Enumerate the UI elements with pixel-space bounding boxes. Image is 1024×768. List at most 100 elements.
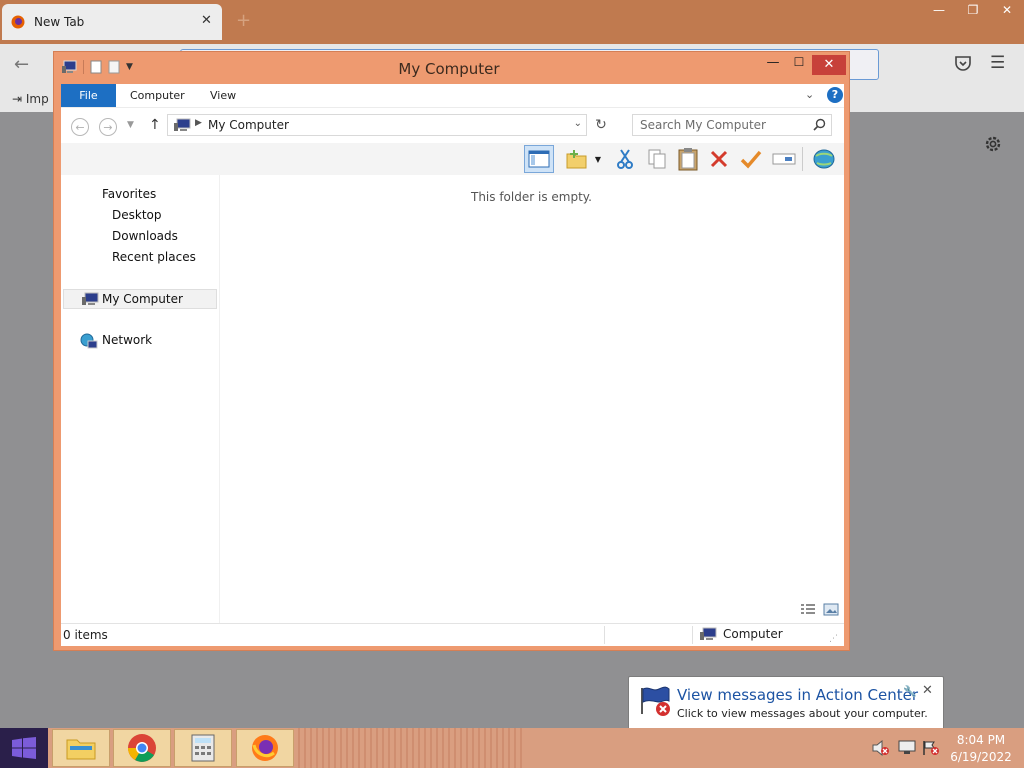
explorer-maximize-button[interactable]: ☐ — [786, 55, 812, 73]
taskbar-spacer — [298, 728, 526, 768]
tab-computer[interactable]: Computer — [130, 84, 185, 107]
toolbar-separator — [802, 147, 803, 171]
rename-icon[interactable] — [771, 146, 797, 172]
explorer-titlebar[interactable]: ▼ My Computer — ☐ ✕ — [54, 52, 849, 84]
action-center-flag-icon — [641, 686, 670, 716]
command-toolbar: ▼ — [61, 143, 844, 175]
nav-recent-places[interactable]: Recent places — [112, 250, 196, 264]
browser-tab[interactable]: New Tab ✕ — [2, 4, 222, 40]
browser-back-icon[interactable]: ← — [14, 54, 29, 75]
notification-title[interactable]: View messages in Action Center — [677, 686, 918, 704]
browser-close-button[interactable]: ✕ — [990, 0, 1024, 20]
status-location: Computer — [699, 627, 783, 641]
empty-folder-message: This folder is empty. — [471, 190, 592, 204]
network-icon — [80, 333, 98, 349]
cut-icon[interactable] — [612, 146, 638, 172]
details-view-icon[interactable] — [800, 603, 816, 616]
close-icon[interactable]: ✕ — [922, 683, 933, 698]
search-placeholder: Search My Computer — [640, 118, 766, 132]
properties-check-icon[interactable] — [738, 146, 764, 172]
refresh-icon[interactable]: ↻ — [591, 115, 611, 135]
clock-date[interactable]: 6/19/2022 — [946, 750, 1016, 764]
browser-restore-button[interactable]: ❐ — [956, 0, 990, 20]
nav-network[interactable]: Network — [80, 333, 152, 352]
computer-icon — [82, 292, 99, 305]
taskbar-file-explorer[interactable] — [52, 729, 110, 767]
status-divider — [692, 626, 693, 644]
navigation-bar: ← → ▼ ↑ ▶ My Computer ⌄ ↻ Search My Comp… — [61, 107, 844, 144]
taskbar: 8:04 PM 6/19/2022 — [0, 728, 1024, 768]
browser-window-controls: — ❐ ✕ — [922, 0, 1024, 22]
paste-icon[interactable] — [675, 146, 701, 172]
ribbon-tabs: File Computer View ⌄ ? — [61, 84, 844, 107]
import-bookmarks-link[interactable]: ⇥ Imp — [12, 92, 49, 106]
status-location-label: Computer — [723, 627, 783, 641]
search-input[interactable]: Search My Computer — [632, 114, 832, 136]
explorer-content: Favorites Desktop Downloads Recent place… — [61, 175, 844, 623]
breadcrumb-separator-icon[interactable]: ▶ — [195, 118, 202, 128]
volume-muted-icon[interactable] — [872, 740, 890, 756]
import-icon: ⇥ — [12, 92, 23, 106]
explorer-window-title: My Computer — [398, 60, 500, 78]
new-folder-dropdown-icon[interactable]: ▼ — [591, 146, 605, 172]
copy-icon[interactable] — [644, 146, 670, 172]
address-bar[interactable]: ▶ My Computer ⌄ — [167, 114, 587, 136]
address-text: My Computer — [208, 118, 289, 132]
resize-grip-icon[interactable]: ⋰ — [829, 634, 838, 644]
up-icon[interactable]: ↑ — [149, 117, 161, 133]
tab-close-icon[interactable]: ✕ — [201, 13, 212, 28]
back-icon[interactable]: ← — [71, 118, 89, 136]
action-center-notification[interactable]: View messages in Action Center Click to … — [628, 676, 944, 730]
clock-time[interactable]: 8:04 PM — [946, 733, 1016, 747]
notification-body: Click to view messages about your comput… — [677, 707, 928, 720]
new-tab-button[interactable]: + — [236, 10, 251, 31]
explorer-minimize-button[interactable]: — — [760, 55, 786, 73]
nav-network-label: Network — [102, 333, 153, 347]
recent-locations-icon[interactable]: ▼ — [127, 120, 134, 130]
navigation-pane: Favorites Desktop Downloads Recent place… — [61, 175, 220, 623]
firefox-icon — [252, 735, 278, 761]
tab-view[interactable]: View — [210, 84, 236, 107]
tab-file[interactable]: File — [61, 84, 116, 107]
address-dropdown-icon[interactable]: ⌄ — [574, 118, 582, 129]
import-bookmarks-label: Imp — [25, 92, 49, 106]
nav-favorites[interactable]: Favorites — [102, 187, 156, 201]
action-center-tray-icon[interactable] — [922, 740, 940, 756]
help-icon[interactable]: ? — [827, 87, 843, 103]
taskbar-firefox[interactable] — [236, 729, 294, 767]
delete-icon[interactable] — [706, 146, 732, 172]
gear-icon[interactable] — [983, 134, 1003, 154]
globe-icon[interactable] — [811, 146, 837, 172]
chevron-down-icon[interactable]: ⌄ — [805, 88, 814, 101]
large-icons-view-icon[interactable] — [823, 603, 839, 616]
taskbar-chrome[interactable] — [113, 729, 171, 767]
folder-icon — [66, 739, 96, 760]
explorer-window: ▼ My Computer — ☐ ✕ File Computer View ⌄… — [53, 51, 850, 651]
browser-minimize-button[interactable]: — — [922, 0, 956, 20]
status-bar: 0 items Computer ⋰ — [61, 623, 844, 646]
taskbar-calculator[interactable] — [174, 729, 232, 767]
computer-icon — [700, 627, 717, 640]
layout-pane-icon[interactable] — [524, 145, 554, 173]
windows-logo-icon — [12, 737, 36, 759]
pocket-icon[interactable] — [954, 54, 972, 72]
calculator-icon — [191, 734, 215, 762]
status-item-count: 0 items — [63, 628, 108, 642]
computer-icon — [174, 118, 191, 131]
firefox-favicon-icon — [11, 15, 25, 29]
nav-my-computer[interactable]: My Computer — [63, 289, 217, 309]
start-button[interactable] — [0, 728, 48, 768]
browser-tab-title: New Tab — [34, 15, 85, 29]
network-tray-icon[interactable] — [898, 740, 916, 756]
nav-my-computer-label: My Computer — [102, 292, 183, 306]
status-divider — [604, 626, 605, 644]
nav-desktop[interactable]: Desktop — [112, 208, 162, 222]
search-icon[interactable] — [813, 118, 826, 131]
forward-icon[interactable]: → — [99, 118, 117, 136]
hamburger-menu-icon[interactable]: ☰ — [990, 53, 1005, 73]
wrench-icon[interactable]: 🔧 — [903, 685, 917, 698]
new-folder-icon[interactable] — [564, 146, 590, 172]
explorer-close-button[interactable]: ✕ — [812, 55, 846, 75]
nav-downloads[interactable]: Downloads — [112, 229, 178, 243]
chrome-icon — [128, 734, 156, 762]
